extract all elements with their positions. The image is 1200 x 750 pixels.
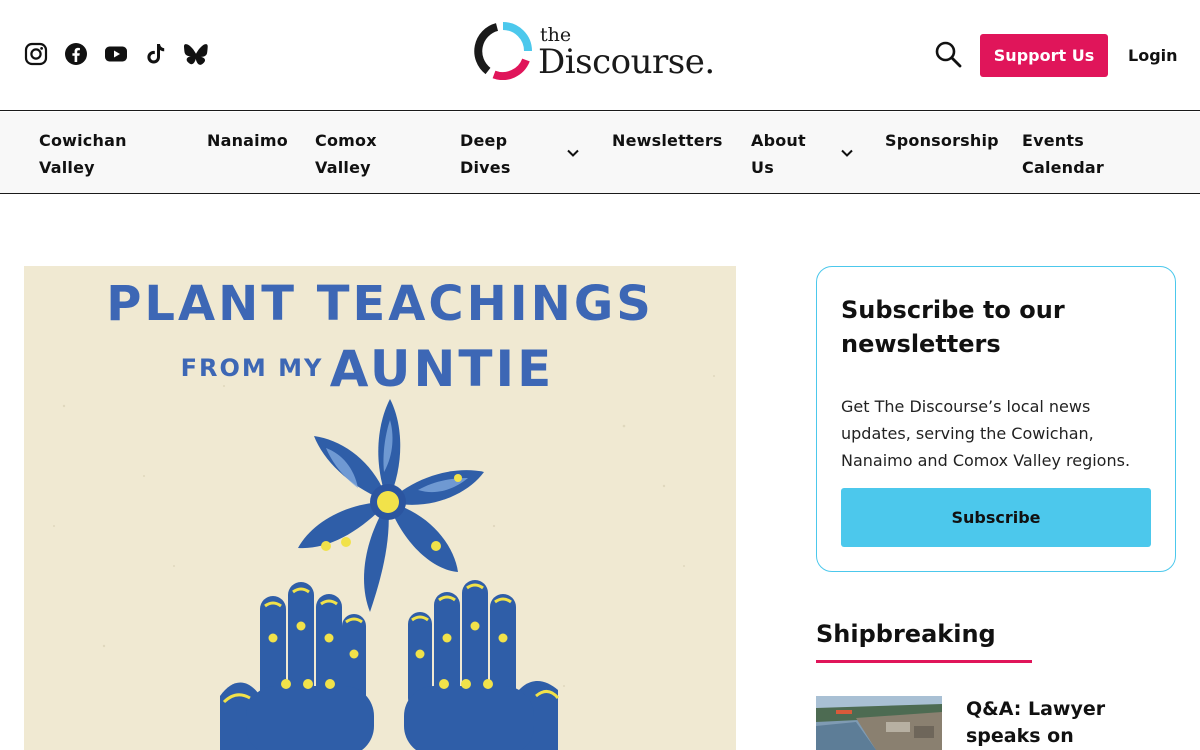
nav-item-nanaimo[interactable]: Nanaimo	[207, 127, 288, 154]
social-links	[24, 42, 208, 66]
nav-label-line1: Comox	[315, 131, 377, 150]
section-divider	[816, 660, 1032, 663]
cover-title-line2a: FROM MY	[181, 354, 324, 382]
nav-label-line2: Dives	[460, 158, 511, 177]
nav-label-line2: Valley	[39, 158, 95, 177]
nav-label-line1: Deep	[460, 131, 508, 150]
logo-wordmark: Discourse.	[538, 42, 715, 82]
youtube-icon[interactable]	[104, 42, 128, 66]
chevron-down-icon[interactable]	[840, 146, 854, 160]
search-icon[interactable]	[934, 40, 962, 68]
nav-item-newsletters[interactable]: Newsletters	[612, 127, 723, 154]
featured-image[interactable]: PLANT TEACHINGS FROM MY AUNTIE	[24, 266, 736, 750]
facebook-icon[interactable]	[64, 42, 88, 66]
support-us-button[interactable]: Support Us	[980, 34, 1108, 77]
story-headline[interactable]: Q&A: Lawyer speaks on groundbreaking	[966, 696, 1186, 750]
main-nav: Cowichan Valley Nanaimo Comox Valley Dee…	[0, 112, 1200, 194]
nav-item-sponsorship[interactable]: Sponsorship	[885, 127, 999, 154]
cover-title-line1: PLANT TEACHINGS	[106, 276, 654, 332]
site-header: the Discourse. Support Us Login	[0, 0, 1200, 111]
nav-item-comox-valley[interactable]: Comox Valley	[315, 127, 377, 181]
nav-label-line1: Cowichan	[39, 131, 127, 150]
tiktok-icon[interactable]	[144, 42, 168, 66]
nav-label-line2: Calendar	[1022, 158, 1105, 177]
newsletter-heading: Subscribe to our newsletters	[841, 296, 1065, 358]
nav-label-line1: Nanaimo	[207, 131, 288, 150]
shipyard-photo	[816, 696, 942, 750]
nav-label-line1: Sponsorship	[885, 131, 999, 150]
nav-label-line2: Valley	[315, 158, 371, 177]
nav-item-deep-dives[interactable]: Deep Dives	[460, 127, 511, 181]
story-thumbnail[interactable]	[816, 696, 942, 750]
nav-item-cowichan-valley[interactable]: Cowichan Valley	[39, 127, 127, 181]
section-heading[interactable]: Shipbreaking	[816, 620, 996, 648]
newsletter-signup-card: Subscribe to our newsletters Get The Dis…	[816, 266, 1176, 572]
nav-label-line1: About	[751, 131, 806, 150]
site-logo[interactable]: the Discourse.	[474, 22, 715, 82]
nav-item-about-us[interactable]: About Us	[751, 127, 806, 181]
chevron-down-icon[interactable]	[566, 146, 580, 160]
subscribe-button[interactable]: Subscribe	[841, 488, 1151, 547]
login-link[interactable]: Login	[1128, 46, 1178, 65]
nav-label-line1: Newsletters	[612, 131, 723, 150]
book-cover-illustration: PLANT TEACHINGS FROM MY AUNTIE	[24, 266, 736, 750]
nav-label-line1: Events	[1022, 131, 1084, 150]
cover-title-line2b: AUNTIE	[330, 340, 554, 398]
nav-label-line2: Us	[751, 158, 774, 177]
nav-item-events-calendar[interactable]: Events Calendar	[1022, 127, 1104, 181]
instagram-icon[interactable]	[24, 42, 48, 66]
newsletter-description: Get The Discourse’s local news updates, …	[841, 397, 1131, 470]
bluesky-icon[interactable]	[184, 42, 208, 66]
